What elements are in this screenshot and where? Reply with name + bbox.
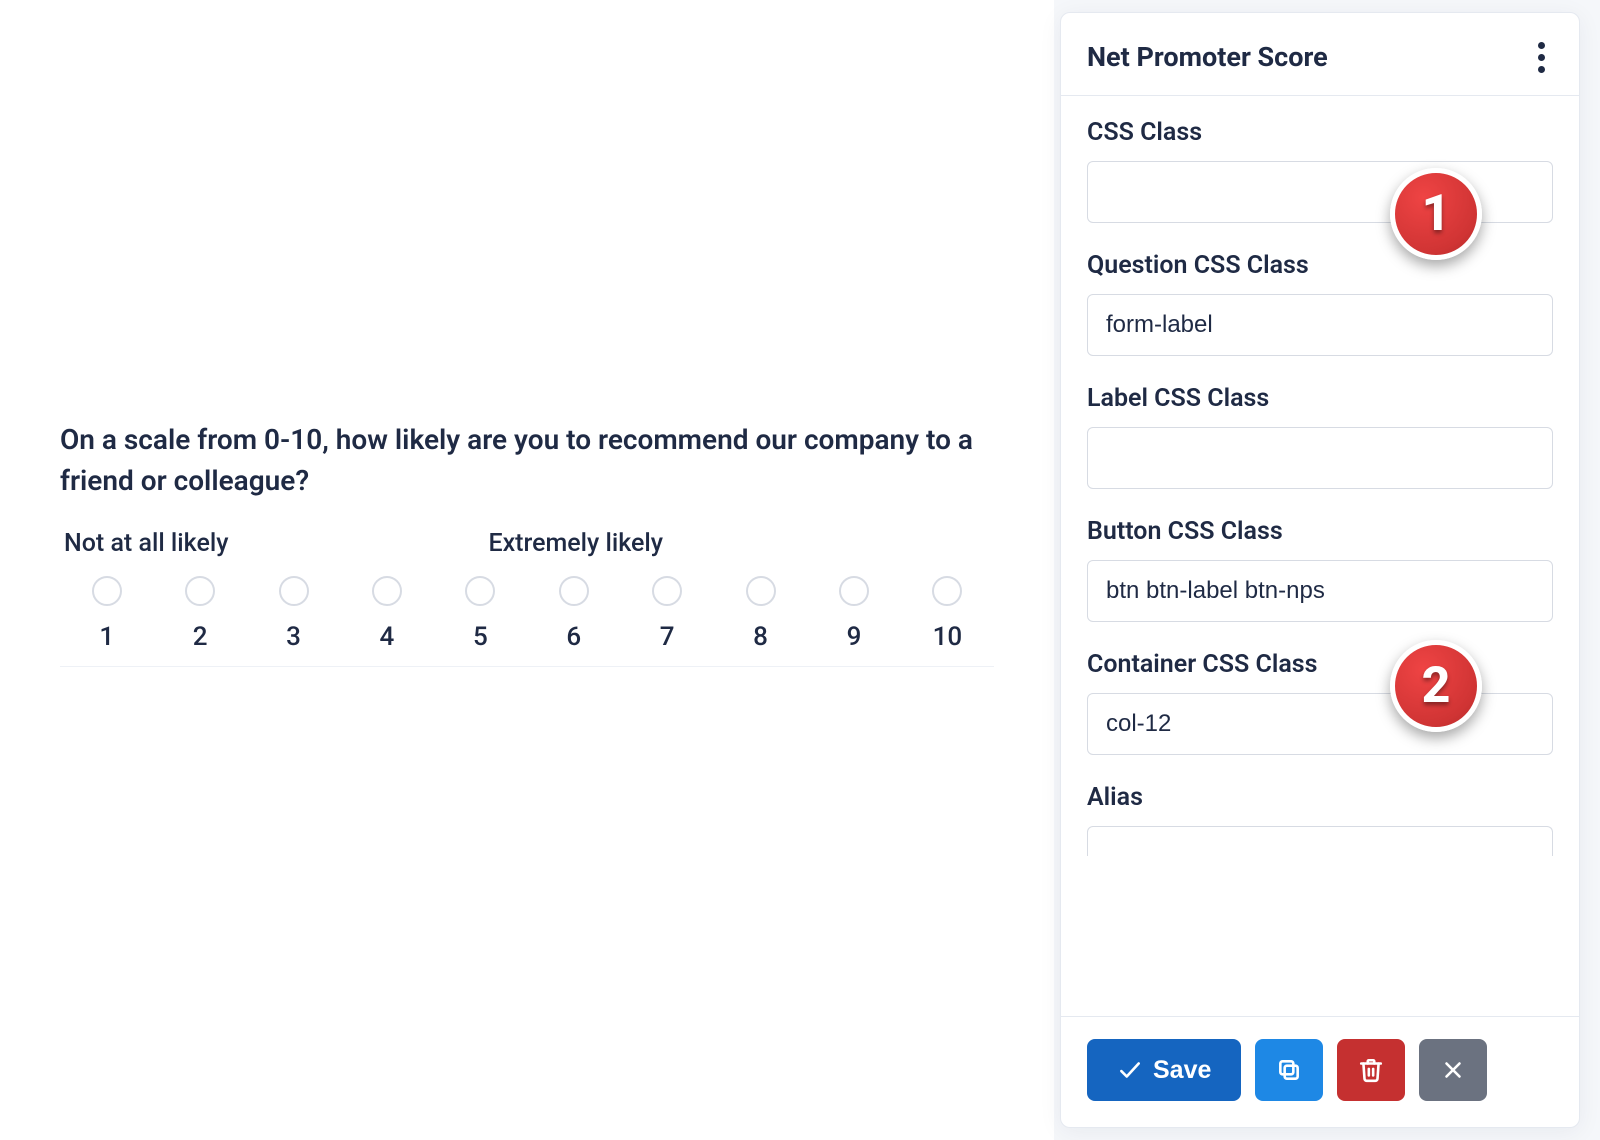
label-css-class: CSS Class (1087, 118, 1553, 147)
nps-option-1[interactable]: 1 (60, 576, 153, 652)
annotation-badge-1: 1 (1390, 168, 1482, 260)
annotation-badge-2: 2 (1390, 640, 1482, 732)
nps-number-label: 8 (753, 622, 768, 652)
copy-icon (1276, 1057, 1302, 1083)
nps-radio-2[interactable] (185, 576, 215, 606)
close-button[interactable] (1419, 1039, 1487, 1101)
nps-option-9[interactable]: 9 (807, 576, 900, 652)
delete-button[interactable] (1337, 1039, 1405, 1101)
nps-option-7[interactable]: 7 (620, 576, 713, 652)
more-options-icon[interactable] (1529, 42, 1553, 73)
nps-number-label: 4 (380, 622, 395, 652)
nps-radio-1[interactable] (92, 576, 122, 606)
nps-option-3[interactable]: 3 (247, 576, 340, 652)
nps-number-label: 6 (566, 622, 581, 652)
nps-radio-4[interactable] (372, 576, 402, 606)
panel-title: Net Promoter Score (1087, 41, 1328, 73)
label-container-css-class: Container CSS Class (1087, 650, 1553, 679)
input-container-css-class[interactable] (1087, 693, 1553, 755)
field-settings-panel: Net Promoter Score CSS Class Question CS… (1060, 12, 1580, 1128)
input-alias[interactable] (1087, 826, 1553, 856)
label-question-css-class: Question CSS Class (1087, 251, 1553, 280)
input-question-css-class[interactable] (1087, 294, 1553, 356)
field-css-class: CSS Class (1087, 118, 1553, 223)
nps-endpoint-labels: Not at all likely Extremely likely (60, 529, 994, 558)
nps-radio-6[interactable] (559, 576, 589, 606)
nps-option-5[interactable]: 5 (434, 576, 527, 652)
field-label-css-class: Label CSS Class (1087, 384, 1553, 489)
nps-high-label: Extremely likely (488, 529, 663, 558)
nps-number-label: 7 (660, 622, 675, 652)
nps-number-label: 1 (99, 622, 114, 652)
nps-option-6[interactable]: 6 (527, 576, 620, 652)
field-alias: Alias (1087, 783, 1553, 856)
trash-icon (1358, 1057, 1384, 1083)
nps-number-label: 3 (286, 622, 301, 652)
nps-radio-7[interactable] (652, 576, 682, 606)
nps-option-2[interactable]: 2 (153, 576, 246, 652)
panel-body: CSS Class Question CSS Class Label CSS C… (1061, 96, 1579, 1016)
input-label-css-class[interactable] (1087, 427, 1553, 489)
nps-radio-3[interactable] (279, 576, 309, 606)
label-label-css-class: Label CSS Class (1087, 384, 1553, 413)
nps-low-label: Not at all likely (64, 529, 228, 558)
nps-radio-10[interactable] (932, 576, 962, 606)
field-container-css-class: Container CSS Class (1087, 650, 1553, 755)
check-icon (1117, 1057, 1143, 1083)
preview-canvas: On a scale from 0-10, how likely are you… (0, 0, 1055, 1140)
nps-option-4[interactable]: 4 (340, 576, 433, 652)
nps-radio-8[interactable] (746, 576, 776, 606)
label-button-css-class: Button CSS Class (1087, 517, 1553, 546)
input-button-css-class[interactable] (1087, 560, 1553, 622)
close-icon (1440, 1057, 1466, 1083)
save-button[interactable]: Save (1087, 1039, 1241, 1101)
label-alias: Alias (1087, 783, 1553, 812)
nps-number-label: 5 (473, 622, 488, 652)
nps-radio-9[interactable] (839, 576, 869, 606)
save-button-label: Save (1153, 1056, 1211, 1085)
panel-footer: Save (1061, 1016, 1579, 1127)
nps-question-text: On a scale from 0-10, how likely are you… (60, 420, 994, 501)
panel-header: Net Promoter Score (1061, 13, 1579, 96)
input-css-class[interactable] (1087, 161, 1553, 223)
field-button-css-class: Button CSS Class (1087, 517, 1553, 622)
nps-radio-5[interactable] (465, 576, 495, 606)
nps-option-8[interactable]: 8 (714, 576, 807, 652)
duplicate-button[interactable] (1255, 1039, 1323, 1101)
nps-option-10[interactable]: 10 (901, 576, 994, 652)
nps-number-label: 9 (847, 622, 862, 652)
field-question-css-class: Question CSS Class (1087, 251, 1553, 356)
nps-number-label: 10 (933, 622, 963, 652)
nps-number-label: 2 (193, 622, 208, 652)
nps-options-row: 1 2 3 4 5 6 7 8 9 10 (60, 576, 994, 667)
